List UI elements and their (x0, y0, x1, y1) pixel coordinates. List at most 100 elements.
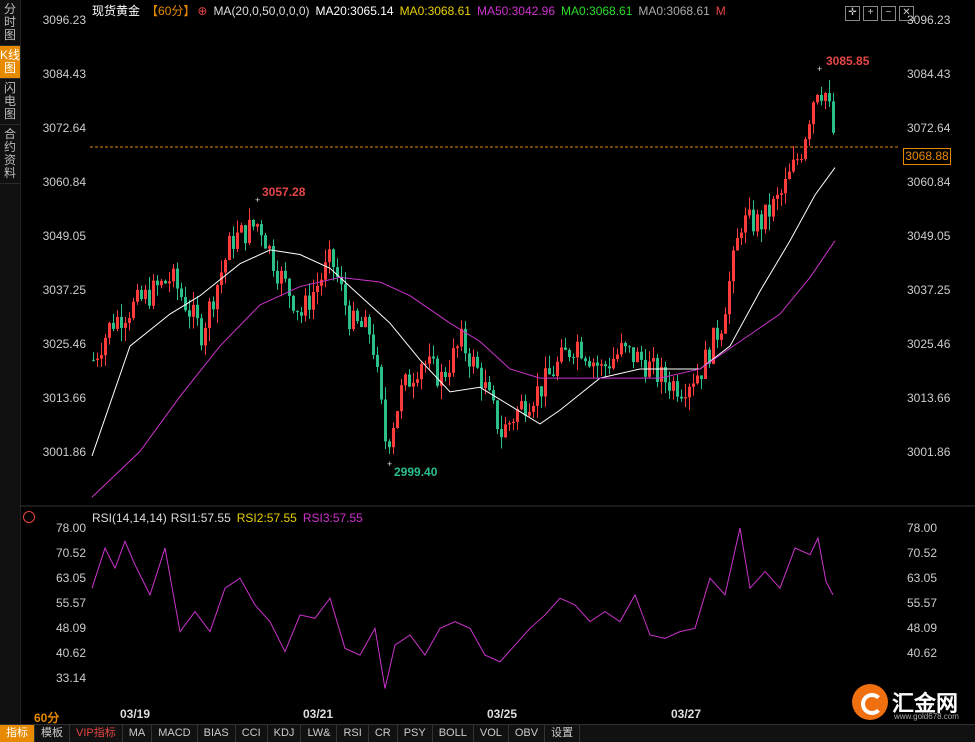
candle-body (128, 317, 131, 323)
candle-body (404, 374, 407, 386)
candle-body (724, 314, 727, 334)
tab-cci[interactable]: CCI (236, 725, 268, 742)
candle-body (760, 214, 763, 230)
candle-body (124, 322, 127, 328)
candle-body (108, 322, 111, 338)
rsi-tick: 78.00 (907, 521, 938, 535)
candle-body (520, 401, 523, 410)
candle-body (196, 304, 199, 319)
candle-body (132, 301, 135, 318)
extreme-marker: + (817, 64, 822, 74)
tab-vol[interactable]: VOL (474, 725, 509, 742)
candle-body (828, 93, 831, 102)
extreme-marker: + (255, 195, 260, 205)
rsi-title[interactable]: RSI(14,14,14) (92, 511, 167, 525)
candle-body (780, 193, 783, 195)
tab-template[interactable]: 模板 (35, 725, 70, 742)
candle-body (632, 347, 635, 363)
candle-body (120, 316, 123, 328)
candle-body (160, 280, 163, 286)
candle-body (304, 295, 307, 316)
candle-body (696, 375, 699, 384)
rsi3-value: RSI3:57.55 (302, 511, 363, 525)
candle-body (172, 268, 175, 282)
tab-psy[interactable]: PSY (398, 725, 433, 742)
candle-body (380, 366, 383, 400)
candle-body (768, 204, 771, 217)
rsi-header: RSI(14,14,14) RSI1:57.55 RSI2:57.55 RSI3:57… (92, 511, 369, 525)
candle-body (252, 219, 255, 227)
price-tick: 3060.84 (907, 175, 951, 189)
candle-body (824, 93, 827, 101)
tab-lw[interactable]: LW& (301, 725, 338, 742)
tab-macd[interactable]: MACD (152, 725, 198, 742)
candle-body (500, 429, 503, 438)
candle-body (668, 382, 671, 391)
candle-body (384, 399, 387, 442)
ma20-line (91, 167, 836, 457)
tab-indicator[interactable]: 指标 (0, 725, 35, 742)
tab-settings[interactable]: 设置 (545, 725, 581, 742)
price-tick: 3001.86 (42, 445, 86, 459)
chart-canvas[interactable]: + + + 3085.85 3057.28 2999.40 (0, 0, 975, 741)
candle-body (240, 225, 243, 233)
candle-body (744, 215, 747, 233)
price-tick: 3096.23 (42, 13, 86, 27)
candle-body (580, 341, 583, 359)
candle-body (224, 259, 227, 273)
candle-body (356, 310, 359, 322)
extreme-marker: + (387, 459, 392, 469)
candle-body (260, 224, 263, 236)
current-price-label: 3068.88 (903, 148, 951, 165)
candle-body (468, 353, 471, 367)
price-tick: 3013.66 (42, 391, 86, 405)
candle-body (508, 423, 511, 425)
candle-body (212, 301, 215, 310)
candle-body (524, 401, 527, 416)
candle-body (692, 383, 695, 387)
candle-body (200, 318, 203, 346)
candle-body (608, 366, 611, 369)
candle-body (104, 337, 107, 356)
candle-body (432, 356, 435, 359)
price-tick: 3025.46 (907, 337, 951, 351)
candle-body (484, 382, 487, 388)
candle-body (616, 354, 619, 360)
high2-annotation: 3057.28 (262, 185, 306, 199)
candle-body (396, 411, 399, 428)
candle-body (764, 204, 767, 230)
tab-kdj[interactable]: KDJ (268, 725, 302, 742)
candle-body (140, 290, 143, 300)
candle-body (164, 280, 167, 284)
candle-body (176, 268, 179, 289)
tab-obv[interactable]: OBV (509, 725, 546, 742)
rsi1-value: RSI1:57.55 (170, 511, 231, 525)
candle-body (672, 381, 675, 391)
candle-body (736, 238, 739, 251)
tab-rsi[interactable]: RSI (337, 725, 369, 742)
candle-body (92, 359, 95, 361)
candle-body (604, 364, 607, 367)
tab-boll[interactable]: BOLL (433, 725, 474, 742)
candle-body (416, 379, 419, 383)
candle-body (716, 327, 719, 340)
rsi-line (91, 527, 834, 689)
tab-ma[interactable]: MA (123, 725, 153, 742)
rsi-tick: 70.52 (907, 546, 938, 560)
candle-body (216, 285, 219, 310)
candle-body (300, 312, 303, 316)
rsi-tick: 70.52 (55, 546, 86, 560)
candle-body (560, 347, 563, 362)
tab-vip-indicator[interactable]: VIP指标 (70, 725, 123, 742)
rsi-tick: 33.14 (55, 671, 86, 685)
price-tick: 3096.23 (907, 13, 951, 27)
candle-body (324, 262, 327, 280)
candle-body (796, 159, 799, 161)
candle-body (276, 270, 279, 284)
candle-body (248, 219, 251, 244)
candle-body (820, 94, 823, 101)
tab-bias[interactable]: BIAS (198, 725, 236, 742)
candle-body (472, 356, 475, 367)
tab-cr[interactable]: CR (369, 725, 398, 742)
price-tick: 3072.64 (42, 121, 86, 135)
